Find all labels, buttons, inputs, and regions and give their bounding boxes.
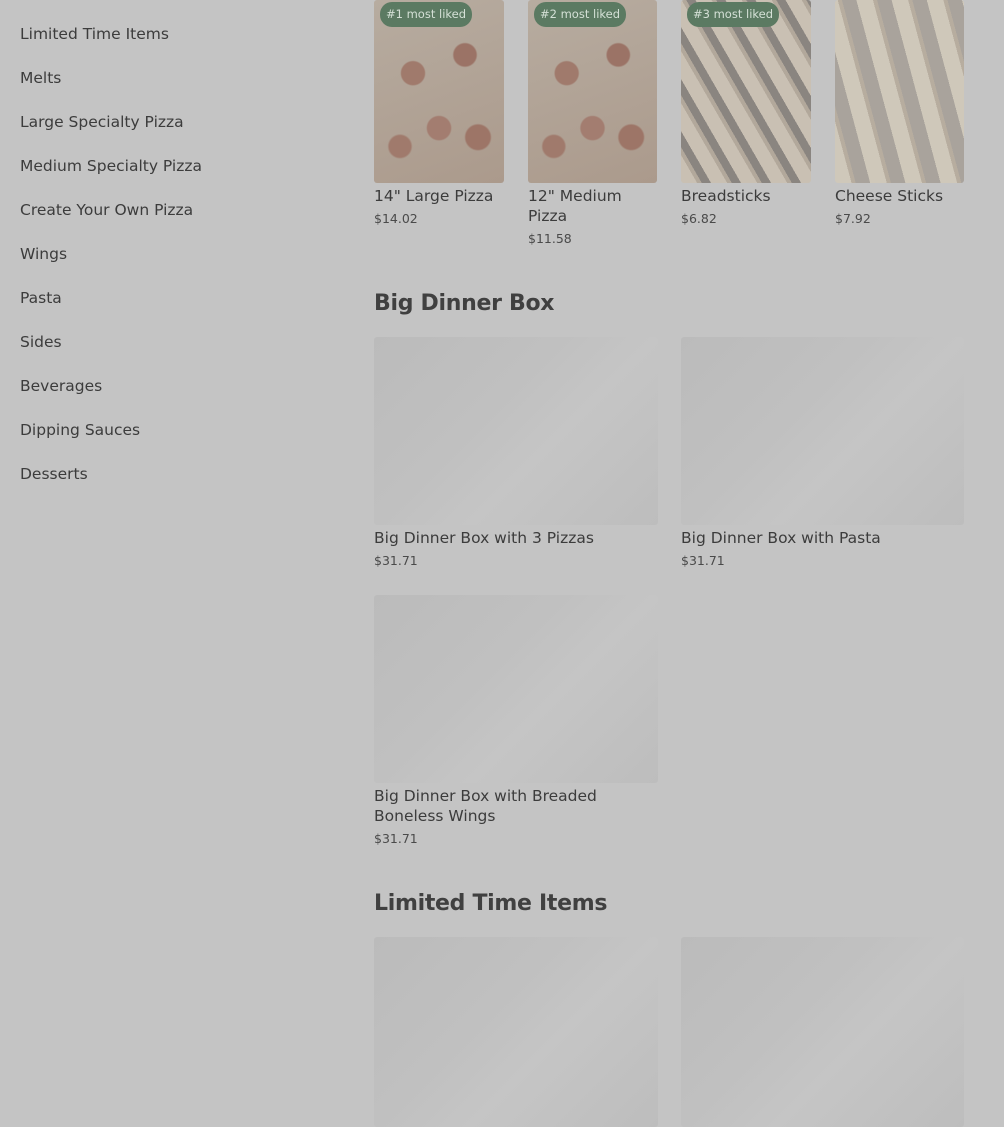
menu-item-price: $14.02 (374, 211, 418, 226)
menu-item-name: 12" Medium Pizza (528, 187, 622, 225)
sidebar-item-large-specialty-pizza[interactable]: Large Specialty Pizza (20, 110, 184, 134)
item-image-placeholder (374, 937, 658, 1127)
sidebar-item-sides[interactable]: Sides (20, 330, 62, 354)
sidebar-item-create-your-own-pizza[interactable]: Create Your Own Pizza (20, 198, 193, 222)
menu-item-price: $11.58 (528, 231, 572, 246)
menu-item-card[interactable]: Big Dinner Box with Pasta $31.71 (681, 337, 964, 577)
cheese-sticks-image (835, 0, 964, 183)
menu-item-price: $7.92 (835, 211, 871, 226)
sidebar-item-pasta[interactable]: Pasta (20, 286, 62, 310)
sidebar-item-medium-specialty-pizza[interactable]: Medium Specialty Pizza (20, 154, 202, 178)
menu-item-name: Big Dinner Box with Pasta (681, 529, 881, 547)
sidebar-item-wings[interactable]: Wings (20, 242, 67, 266)
menu-item-card[interactable]: #3 most liked Breadsticks $6.82 (681, 0, 811, 240)
most-liked-badge: #2 most liked (534, 2, 627, 27)
item-image-placeholder (374, 595, 658, 783)
menu-item-price: $31.71 (374, 553, 418, 568)
pizza-image (528, 0, 657, 183)
menu-item-price: $6.82 (681, 211, 717, 226)
section-title-limited-time-items: Limited Time Items (374, 891, 608, 916)
menu-item-name: Cheese Sticks (835, 187, 944, 205)
menu-item-name: Big Dinner Box with Breaded Boneless Win… (374, 787, 597, 825)
item-image-placeholder (374, 337, 658, 525)
breadsticks-image (681, 0, 811, 183)
sidebar-item-melts[interactable]: Melts (20, 66, 61, 90)
sidebar-item-limited-time-items[interactable]: Limited Time Items (20, 22, 169, 46)
item-image-placeholder (681, 937, 964, 1127)
menu-item-price: $31.71 (681, 553, 725, 568)
menu-item-card[interactable] (374, 937, 658, 1127)
menu-item-card[interactable]: Cheese Sticks $7.92 (835, 0, 965, 240)
menu-item-card[interactable]: #1 most liked 14" Large Pizza $14.02 (374, 0, 504, 240)
sidebar-item-beverages[interactable]: Beverages (20, 374, 102, 398)
menu-item-card[interactable]: Big Dinner Box with 3 Pizzas $31.71 (374, 337, 658, 577)
menu-item-card[interactable] (681, 937, 964, 1127)
sidebar-item-dipping-sauces[interactable]: Dipping Sauces (20, 418, 140, 442)
pizza-image (374, 0, 504, 183)
most-liked-badge: #1 most liked (380, 2, 473, 27)
sidebar-item-desserts[interactable]: Desserts (20, 462, 88, 486)
menu-item-price: $31.71 (374, 831, 418, 846)
item-image-placeholder (681, 337, 964, 525)
menu-item-name: Big Dinner Box with 3 Pizzas (374, 529, 594, 547)
menu-item-card[interactable]: #2 most liked 12" Medium Pizza $11.58 (528, 0, 658, 250)
menu-item-name: Breadsticks (681, 187, 771, 205)
section-title-big-dinner-box: Big Dinner Box (374, 291, 555, 316)
most-liked-badge: #3 most liked (687, 2, 780, 27)
menu-item-name: 14" Large Pizza (374, 187, 494, 205)
menu-item-card[interactable]: Big Dinner Box with Breaded Boneless Win… (374, 595, 658, 855)
